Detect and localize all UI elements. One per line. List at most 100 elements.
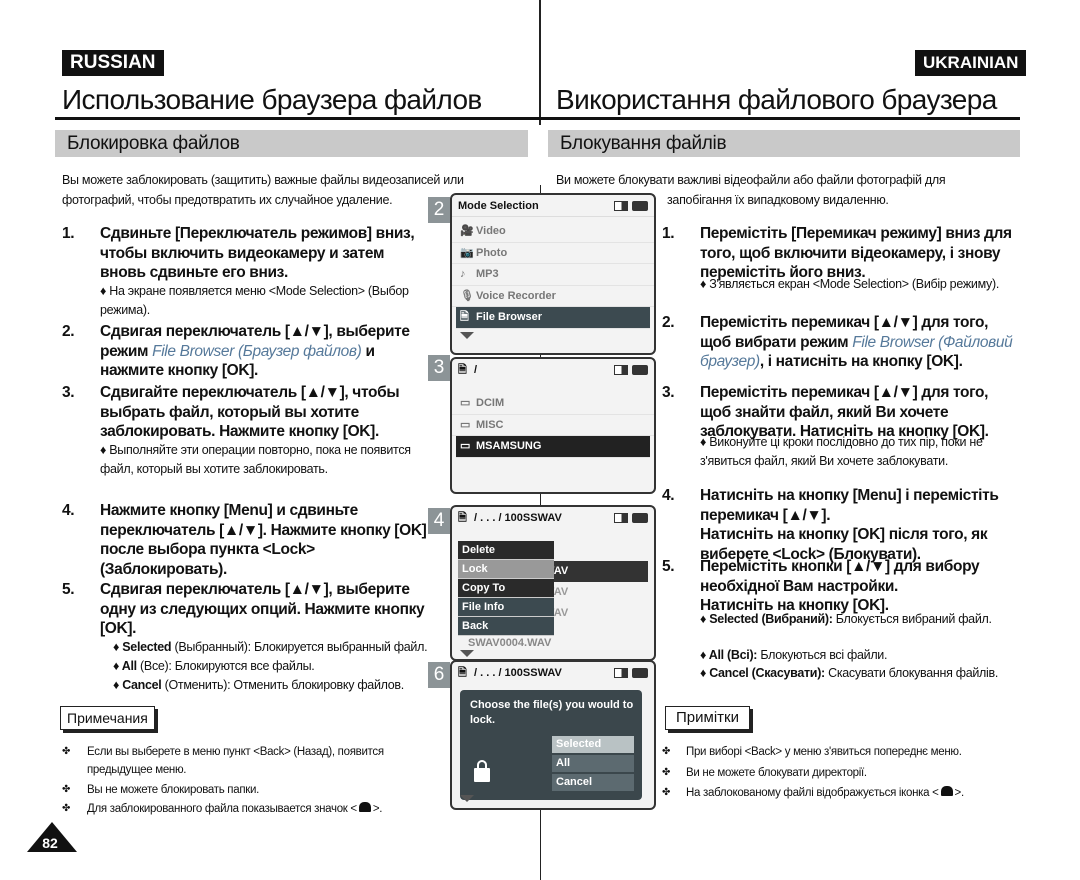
ru-note-1: ✤ Если вы выберете в меню пункт <Back> (Н… xyxy=(62,746,384,776)
ru-step-3: 3. Сдвигайте переключатель [▲/▼], чтобы в… xyxy=(62,383,432,442)
uk-option-all: ♦ All (Всі): Блокуються всі файли. xyxy=(700,648,888,662)
dialog-message: Choose the file(s) you would to lock. xyxy=(470,699,634,726)
uk-step-3-note: ♦ Виконуйте ці кроки послідовно до тих п… xyxy=(700,435,983,468)
scroll-down-icon[interactable] xyxy=(460,650,474,657)
context-menu: Delete Lock Copy To File Info Back xyxy=(458,541,554,636)
screen-file-menu: 🗎 / . . . / 100SSWAV el WAV WAV WAV Delet… xyxy=(450,505,656,661)
page-title-ukrainian: Використання файлового браузера xyxy=(556,84,997,115)
notes-label-uk: Примітки xyxy=(665,706,750,730)
section-heading-russian: Блокировка файлов xyxy=(55,130,528,157)
lock-icon xyxy=(474,768,490,782)
folder-dcim[interactable]: ▭ DCIM xyxy=(452,393,654,415)
menu-lock[interactable]: Lock xyxy=(458,560,554,579)
menu-back[interactable]: Back xyxy=(458,617,554,636)
step-number: 3. xyxy=(62,384,75,401)
battery-icon xyxy=(632,513,648,523)
music-note-icon: ♪ xyxy=(460,268,466,280)
option-all[interactable]: All xyxy=(552,755,634,772)
file-item[interactable]: SWAV0004.WAV xyxy=(468,637,551,650)
screen-lock-dialog: 🗎 / . . . / 100SSWAV Choose the file(s) y… xyxy=(450,660,656,810)
page-number-badge: 82 xyxy=(27,822,77,852)
menu-delete[interactable]: Delete xyxy=(458,541,554,560)
file-item[interactable]: WAV xyxy=(538,561,648,582)
video-icon: 🎥 xyxy=(460,225,474,237)
ru-option-all: ♦ All (Все): Блокируются все файлы. xyxy=(113,659,315,673)
section-heading-ukrainian: Блокування файлів xyxy=(548,130,1020,157)
step-text: Нажмите кнопку [Menu] и сдвиньте переклю… xyxy=(100,502,427,578)
menu-item-file-browser[interactable]: 🗎 File Browser xyxy=(456,307,650,329)
ru-step-2: 2. Сдвигая переключатель [▲/▼], выберите … xyxy=(62,322,432,381)
scroll-down-icon[interactable] xyxy=(460,331,474,339)
menu-item-photo[interactable]: 📷 Photo xyxy=(452,243,654,264)
screen-step-label: 4 xyxy=(428,508,450,534)
file-icon: 🗎 xyxy=(460,311,469,323)
screen-header: 🗎 / . . . / 100SSWAV xyxy=(452,662,654,684)
uk-step-1-note: ♦ З'являється екран <Mode Selection> (Ви… xyxy=(700,277,999,291)
scroll-down-icon[interactable] xyxy=(460,795,474,802)
intro-ru-line1: Вы можете заблокировать (защитить) важны… xyxy=(62,173,464,187)
notes-label-ru: Примечания xyxy=(60,706,155,730)
step-number: 4. xyxy=(62,502,75,519)
screen-mode-selection: Mode Selection 🎥 Video 📷 Photo ♪ MP3 🎙 Voice… xyxy=(450,193,656,355)
svg-text:82: 82 xyxy=(42,835,58,851)
page-title-russian: Использование браузера файлов xyxy=(62,84,482,115)
intro-uk-line1: Ви можете блокувати важливі відеофайли а… xyxy=(556,173,946,187)
uk-note-1: ✤ При виборі <Back> у меню з'явиться попе… xyxy=(662,746,962,758)
folder-icon: ▭ xyxy=(460,397,471,409)
screen-header: 🗎 / . . . / 100SSWAV xyxy=(452,507,654,529)
uk-step-2: 2. Перемістіть перемикач [▲/▼] для того, … xyxy=(662,314,1013,370)
uk-step-4: 4. Натисніть на кнопку [Menu] і перемісті… xyxy=(662,487,999,563)
battery-icon xyxy=(632,201,648,211)
step-number: 5. xyxy=(62,581,75,598)
file-item[interactable]: el xyxy=(544,540,648,561)
ru-step-5: 5. Сдвигая переключатель [▲/▼], выберите … xyxy=(62,580,432,639)
step-text: Сдвигая переключатель [▲/▼], выберите од… xyxy=(100,581,425,637)
language-badge-russian: RUSSIAN xyxy=(62,50,164,76)
menu-file-info[interactable]: File Info xyxy=(458,598,554,617)
screen-title: / . . . / 100SSWAV xyxy=(474,512,562,524)
title-rule xyxy=(55,117,1020,120)
step-number: 1. xyxy=(62,225,75,242)
step-number: 2. xyxy=(62,323,75,340)
file-icon: 🗎 xyxy=(458,667,467,679)
screen-step-label: 6 xyxy=(428,662,450,688)
menu-copy-to[interactable]: Copy To xyxy=(458,579,554,598)
uk-option-selected: ♦ Selected (Вибраний): Блокується вибран… xyxy=(700,612,992,626)
menu-item-voice-recorder[interactable]: 🎙 Voice Recorder xyxy=(452,286,654,307)
uk-step-1: 1. Перемістіть [Перемикач режиму] вниз дл… xyxy=(662,225,1012,281)
lock-icon xyxy=(940,786,953,796)
screen-step-label: 2 xyxy=(428,197,450,223)
memory-icon xyxy=(614,365,628,375)
memory-icon xyxy=(614,668,628,678)
language-badge-ukrainian: UKRAINIAN xyxy=(915,50,1027,76)
file-icon: 🗎 xyxy=(458,512,467,524)
lock-icon xyxy=(358,802,371,812)
lock-shackle xyxy=(477,760,487,770)
ru-option-cancel: ♦ Cancel (Отменить): Отменить блокировку… xyxy=(113,678,404,692)
screen-step-label: 3 xyxy=(428,355,450,381)
intro-ru-line2: фотографий, чтобы предотвратить их случа… xyxy=(62,193,393,207)
menu-item-video[interactable]: 🎥 Video xyxy=(452,221,654,243)
step-text: Сдвигайте переключатель [▲/▼], чтобы выб… xyxy=(100,384,400,440)
step-text: Сдвиньте [Переключатель режимов] вниз, ч… xyxy=(100,225,415,281)
intro-uk-line2: запобігання їх випадковому видаленню. xyxy=(667,193,889,207)
uk-option-cancel: ♦ Cancel (Скасувати): Скасувати блокуван… xyxy=(700,666,999,680)
battery-icon xyxy=(632,365,648,375)
ru-step-1: 1. Сдвиньте [Переключатель режимов] вниз,… xyxy=(62,224,432,283)
folder-misc[interactable]: ▭ MISC xyxy=(452,415,654,436)
ru-option-selected: ♦ Selected (Выбранный): Блокируется выбр… xyxy=(113,640,428,654)
memory-icon xyxy=(614,201,628,211)
option-cancel[interactable]: Cancel xyxy=(552,774,634,791)
ru-step-4: 4. Нажмите кнопку [Menu] и сдвиньте перек… xyxy=(62,501,427,579)
battery-icon xyxy=(632,668,648,678)
option-selected[interactable]: Selected xyxy=(552,736,634,753)
folder-msamsung[interactable]: ▭ MSAMSUNG xyxy=(456,436,650,458)
center-divider xyxy=(539,0,541,125)
menu-item-mp3[interactable]: ♪ MP3 xyxy=(452,264,654,286)
folder-icon: ▭ xyxy=(460,440,471,452)
file-item[interactable]: WAV xyxy=(544,603,648,624)
ru-step-1-note: ♦ На экране появляется меню <Mode Select… xyxy=(100,284,409,317)
file-item[interactable]: WAV xyxy=(544,582,648,603)
ru-note-2: ✤ Вы не можете блокировать папки. xyxy=(62,784,260,796)
ru-note-3: ✤ Для заблокированного файла показывается… xyxy=(62,802,383,815)
